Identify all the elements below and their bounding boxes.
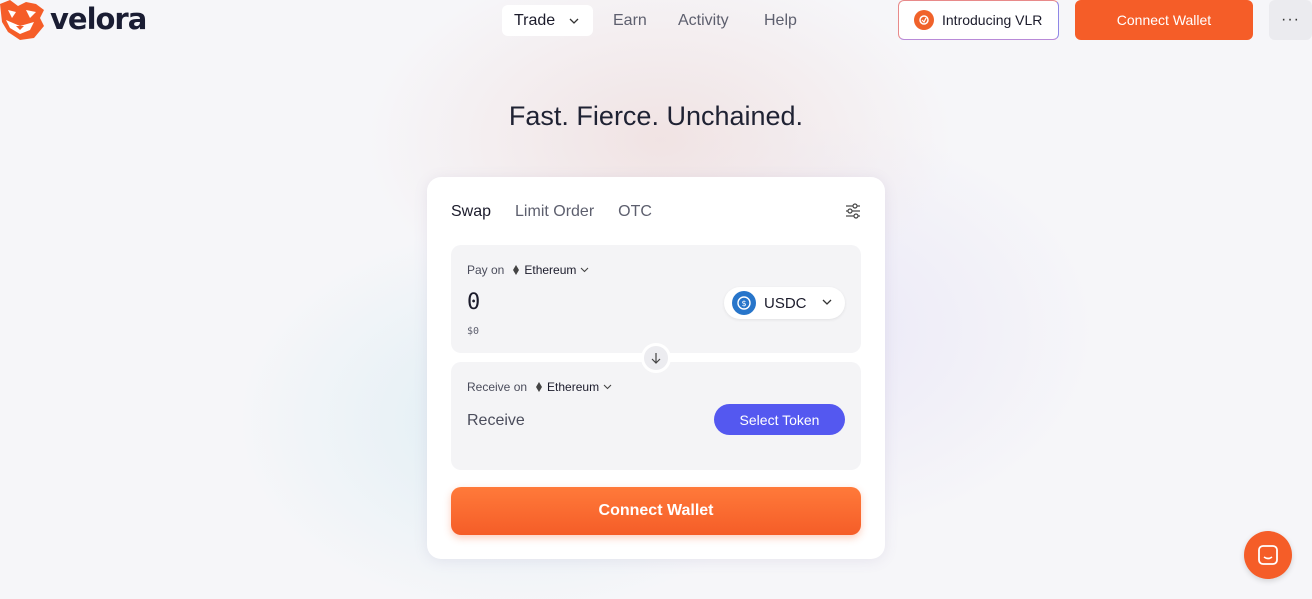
chevron-down-icon [822,299,832,305]
velora-logo[interactable]: velora [0,0,147,40]
nav-trade-dropdown[interactable]: Trade [502,5,593,36]
main-nav: Trade Earn Activity Help [502,5,797,36]
pay-token-selector[interactable]: $ USDC [724,287,845,319]
chevron-down-icon [603,384,612,390]
chat-icon [1258,545,1278,565]
brand-name: velora [50,2,147,36]
tiger-logo-icon [0,0,44,40]
pay-usd-value: $0 [467,326,480,337]
nav-trade-label: Trade [514,11,556,29]
pay-amount-input[interactable]: 0 [467,290,480,315]
receive-on-label: Receive on [467,380,528,394]
sliders-icon[interactable] [845,203,861,219]
nav-activity[interactable]: Activity [678,12,729,30]
nav-earn[interactable]: Earn [613,12,647,30]
usdc-icon: $ [732,291,756,315]
pay-on-label: Pay on [467,263,505,277]
tab-otc[interactable]: OTC [618,203,652,221]
swap-direction-button[interactable] [641,343,671,373]
header-connect-wallet-button[interactable]: Connect Wallet [1075,0,1253,40]
swap-tabs: Swap Limit Order OTC [451,203,676,221]
introducing-vlr-button[interactable]: Introducing VLR [898,0,1059,40]
chevron-down-icon [569,18,579,24]
receive-amount-placeholder: Receive [467,412,525,429]
arrow-down-icon [651,353,661,364]
more-dots-icon: ··· [1281,11,1300,28]
receive-network-selector[interactable]: Ethereum [547,380,599,394]
receive-section: Receive on Ethereum Receive Select Token [451,362,861,470]
vlr-coin-icon [914,10,934,30]
svg-text:$: $ [741,299,746,308]
hero-title: Fast. Fierce. Unchained. [508,101,804,131]
tab-swap[interactable]: Swap [451,203,491,221]
chevron-down-icon [581,267,589,273]
nav-help[interactable]: Help [764,12,797,30]
tab-limit-order[interactable]: Limit Order [515,203,594,221]
ethereum-icon [513,265,520,275]
connect-wallet-button[interactable]: Connect Wallet [451,487,861,535]
select-token-button[interactable]: Select Token [714,404,845,435]
pay-section: Pay on Ethereum 0 $0 $ USDC [451,245,861,353]
pay-network-row: Pay on Ethereum [467,263,589,277]
pay-network-selector[interactable]: Ethereum [524,263,576,277]
more-menu-button[interactable]: ··· [1269,0,1312,40]
swap-card: Swap Limit Order OTC Pay on Ethereum 0 $… [427,177,885,559]
introducing-vlr-label: Introducing VLR [942,12,1043,28]
receive-network-row: Receive on Ethereum [467,380,612,394]
chat-support-button[interactable] [1244,531,1292,579]
ethereum-icon [536,382,543,392]
pay-token-symbol: USDC [764,294,807,312]
